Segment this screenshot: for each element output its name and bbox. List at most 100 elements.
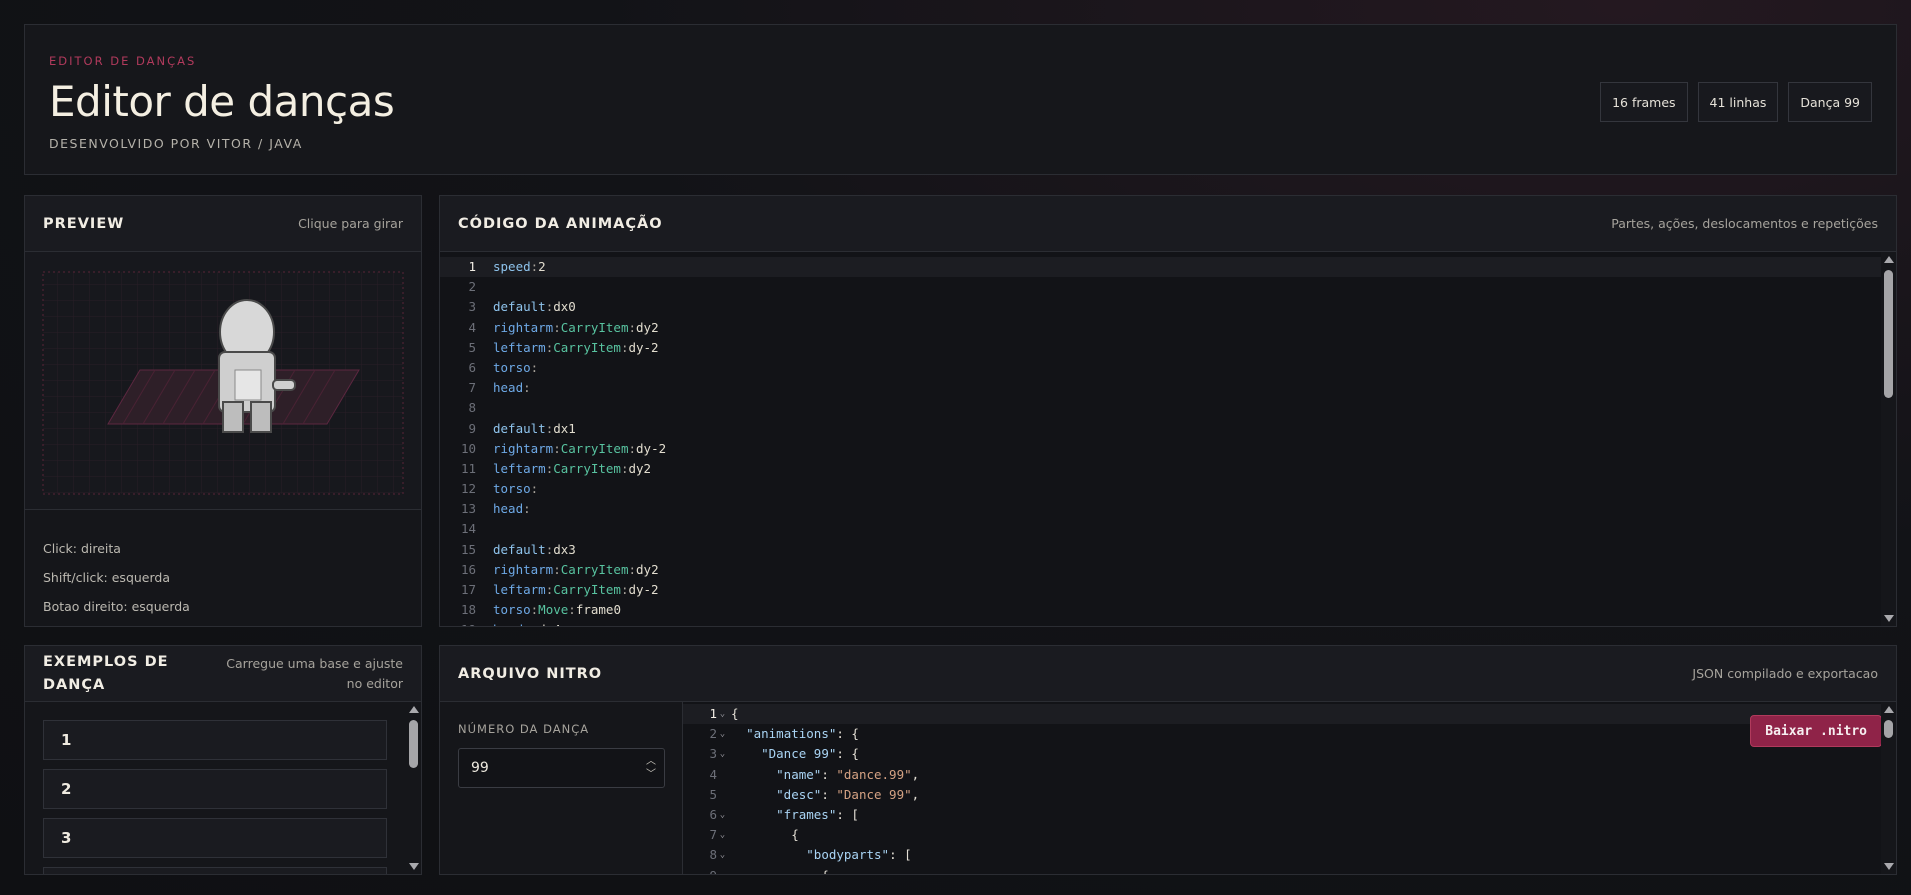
legend-click: Click: direita <box>43 541 121 556</box>
json-line[interactable]: 6 ⌄ "frames": [ <box>683 805 1896 825</box>
chevron-up-icon[interactable]: ︿ <box>646 755 656 768</box>
line-content: default:dx1 <box>493 420 576 436</box>
example-item-3[interactable]: 3 <box>43 818 387 858</box>
preview-header: PREVIEW Clique para girar <box>25 196 421 252</box>
fold-chevron-icon[interactable]: ⌄ <box>717 825 728 845</box>
code-line[interactable]: 5 leftarm:CarryItem:dy-2 <box>440 338 1896 358</box>
code-line[interactable]: 19head::dx4 <box>440 620 1896 626</box>
json-line[interactable]: 8 ⌄ "bodyparts": [ <box>683 845 1896 865</box>
line-content: "name": "dance.99", <box>776 766 920 782</box>
header-subtitle: DESENVOLVIDO POR VITOR / JAVA <box>49 136 303 151</box>
scroll-down-icon[interactable] <box>1884 863 1894 870</box>
code-title: CÓDIGO DA ANIMAÇÃO <box>458 215 663 232</box>
fold-chevron-icon[interactable]: ⌄ <box>717 724 728 744</box>
line-number: 13 <box>460 501 476 517</box>
line-number: 16 <box>460 561 476 577</box>
code-line[interactable]: 10 rightarm:CarryItem:dy-2 <box>440 439 1896 459</box>
preview-legend: Click: direita Shift/click: esquerda Bot… <box>43 534 190 621</box>
code-line[interactable]: 13 head: <box>440 499 1896 519</box>
scroll-up-icon[interactable] <box>1884 706 1894 713</box>
dance-number-value: 99 <box>471 760 489 776</box>
example-item-2[interactable]: 2 <box>43 769 387 809</box>
code-line[interactable]: 16 rightarm:CarryItem:dy2 <box>440 560 1896 580</box>
line-number: 4 <box>468 319 476 335</box>
preview-stage[interactable] <box>25 252 421 510</box>
line-content: { <box>731 706 739 721</box>
line-number: 3 <box>709 746 717 762</box>
line-content: leftarm:CarryItem:dy-2 <box>493 339 659 355</box>
fold-chevron-icon[interactable]: ⌄ <box>717 744 728 764</box>
fold-chevron-icon[interactable] <box>717 866 728 875</box>
line-number: 8 <box>468 400 476 416</box>
fold-chevron-icon[interactable]: ⌄ <box>717 845 728 865</box>
scroll-down-icon[interactable] <box>409 863 419 870</box>
line-number: 4 <box>709 766 717 782</box>
download-nitro-button[interactable]: Baixar .nitro <box>1750 715 1882 747</box>
chevron-down-icon[interactable]: ﹀ <box>646 768 656 781</box>
json-line[interactable]: 7 ⌄ { <box>683 825 1896 845</box>
fold-chevron-icon[interactable]: ⌄ <box>717 704 728 724</box>
legend-shift-click: Shift/click: esquerda <box>43 570 171 585</box>
examples-header: EXEMPLOS DE DANÇA Carregue uma base e aj… <box>25 646 421 702</box>
code-scrollbar[interactable] <box>1881 252 1896 626</box>
scroll-thumb[interactable] <box>1884 270 1893 398</box>
line-number: 9 <box>468 420 476 436</box>
line-content: { <box>731 827 799 843</box>
code-line[interactable]: 9 default:dx1 <box>440 419 1896 439</box>
code-line[interactable]: 18 torso:Move:frame0 <box>440 600 1896 620</box>
fold-chevron-icon[interactable]: ⌄ <box>717 805 728 825</box>
json-line[interactable]: 4 "name": "dance.99", <box>683 765 1896 785</box>
code-line[interactable]: 1 speed:2 <box>440 257 1896 278</box>
line-content: default:dx3 <box>493 541 576 557</box>
line-content: torso:Move:frame0 <box>493 602 621 618</box>
json-line[interactable]: 1 ⌄{ <box>683 704 1896 725</box>
scroll-up-icon[interactable] <box>1884 256 1894 263</box>
code-line[interactable]: 3 default:dx0 <box>440 297 1896 317</box>
code-line[interactable]: 11 leftarm:CarryItem:dy2 <box>440 459 1896 479</box>
code-line[interactable]: 12 torso: <box>440 479 1896 499</box>
line-content: head: <box>493 380 531 396</box>
preview-hint: Clique para girar <box>298 216 403 231</box>
avatar-preview[interactable] <box>25 252 421 510</box>
examples-list: 1 2 3 <box>25 702 421 874</box>
line-number: 10 <box>460 440 476 456</box>
line-content: default:dx0 <box>493 299 576 315</box>
fold-chevron-icon[interactable] <box>717 785 728 805</box>
code-line[interactable]: 8 <box>440 398 1896 418</box>
code-line[interactable]: 6 torso: <box>440 358 1896 378</box>
scroll-thumb[interactable] <box>409 720 418 768</box>
line-number: 3 <box>468 299 476 315</box>
code-line[interactable]: 17 leftarm:CarryItem:dy-2 <box>440 580 1896 600</box>
examples-panel: EXEMPLOS DE DANÇA Carregue uma base e aj… <box>24 645 422 875</box>
json-line[interactable]: 2 ⌄ "animations": { <box>683 724 1896 744</box>
nitro-subtitle: JSON compilado e exportacao <box>1692 666 1878 681</box>
example-item-1[interactable]: 1 <box>43 720 387 760</box>
code-editor[interactable]: 1 speed:2 2 3 default:dx0 4 rightarm:CarryItem… <box>440 252 1896 626</box>
number-spinner[interactable]: ︿ ﹀ <box>646 755 656 781</box>
line-number: 12 <box>460 481 476 497</box>
line-number: 6 <box>468 359 476 375</box>
code-line[interactable]: 2 <box>440 277 1896 297</box>
json-line[interactable]: 9 { <box>683 866 1896 875</box>
code-line[interactable]: 4 rightarm:CarryItem:dy2 <box>440 318 1896 338</box>
code-line[interactable]: 7 head: <box>440 378 1896 398</box>
json-line[interactable]: 3 ⌄ "Dance 99": { <box>683 744 1896 764</box>
scroll-down-icon[interactable] <box>1884 615 1894 622</box>
code-line[interactable]: 14 <box>440 519 1896 539</box>
scroll-up-icon[interactable] <box>409 706 419 713</box>
fold-chevron-icon[interactable] <box>717 765 728 785</box>
json-scrollbar[interactable] <box>1881 702 1896 874</box>
example-item-4[interactable] <box>43 867 387 874</box>
line-content <box>476 398 493 418</box>
line-content: "frames": [ <box>776 806 859 822</box>
stat-chips: 16 frames 41 linhas Dança 99 <box>1600 82 1872 122</box>
code-line[interactable]: 15 default:dx3 <box>440 540 1896 560</box>
json-line[interactable]: 5 "desc": "Dance 99", <box>683 785 1896 805</box>
line-content: torso: <box>493 481 539 497</box>
json-output-editor[interactable]: 1 ⌄{2 ⌄ "animations": {3 ⌄ "Dance 99": {4 "… <box>683 702 1896 874</box>
line-number: 5 <box>709 786 717 802</box>
dance-number-input[interactable]: 99 ︿ ﹀ <box>458 748 665 788</box>
nitro-title: ARQUIVO NITRO <box>458 665 603 682</box>
examples-scrollbar[interactable] <box>406 702 421 874</box>
scroll-thumb[interactable] <box>1884 720 1893 738</box>
